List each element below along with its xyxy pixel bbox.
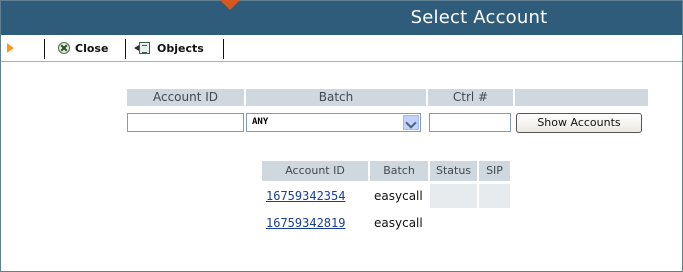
toolbar-separator <box>223 39 224 59</box>
title-bar: Select Account <box>1 0 682 35</box>
toolbar-separator <box>125 39 126 59</box>
filter-header-blank <box>515 89 648 106</box>
batch-dropdown-button[interactable] <box>403 115 419 130</box>
sip-cell <box>479 184 510 208</box>
batch-select[interactable]: ANY <box>246 113 421 132</box>
account-id-input[interactable] <box>127 113 244 132</box>
batch-cell: easycall <box>374 189 423 203</box>
window-title: Select Account <box>410 7 548 28</box>
show-accounts-button[interactable]: Show Accounts <box>516 113 642 133</box>
filter-header-batch: Batch <box>246 89 426 106</box>
results-header-status: Status <box>430 161 477 181</box>
toolbar-separator <box>44 39 45 59</box>
close-icon <box>58 42 70 54</box>
filter-header-account-id: Account ID <box>127 89 244 106</box>
toolbar-arrow-icon <box>7 43 14 53</box>
filter-header-ctrl: Ctrl # <box>428 89 513 106</box>
status-cell <box>430 184 477 208</box>
objects-button[interactable]: Objects <box>134 37 204 59</box>
results-header-account-id: Account ID <box>262 161 368 181</box>
chevron-down-icon <box>405 117 417 129</box>
window-frame: Select Account Close Objects Account ID … <box>0 0 683 272</box>
ctrl-input[interactable] <box>429 113 511 132</box>
close-button[interactable]: Close <box>58 37 108 59</box>
toolbar: Close Objects <box>1 35 682 62</box>
account-id-link[interactable]: 16759342354 <box>266 184 345 208</box>
close-label: Close <box>75 41 109 55</box>
pointer-marker <box>219 0 241 10</box>
results-header-batch: Batch <box>370 161 428 181</box>
objects-icon <box>134 42 152 54</box>
account-id-link[interactable]: 16759342819 <box>266 211 345 235</box>
batch-select-value: ANY <box>252 117 269 127</box>
results-header-sip: SIP <box>479 161 510 181</box>
batch-cell: easycall <box>374 216 423 230</box>
objects-label: Objects <box>157 41 204 55</box>
sip-cell <box>479 211 510 235</box>
status-cell <box>430 211 477 235</box>
